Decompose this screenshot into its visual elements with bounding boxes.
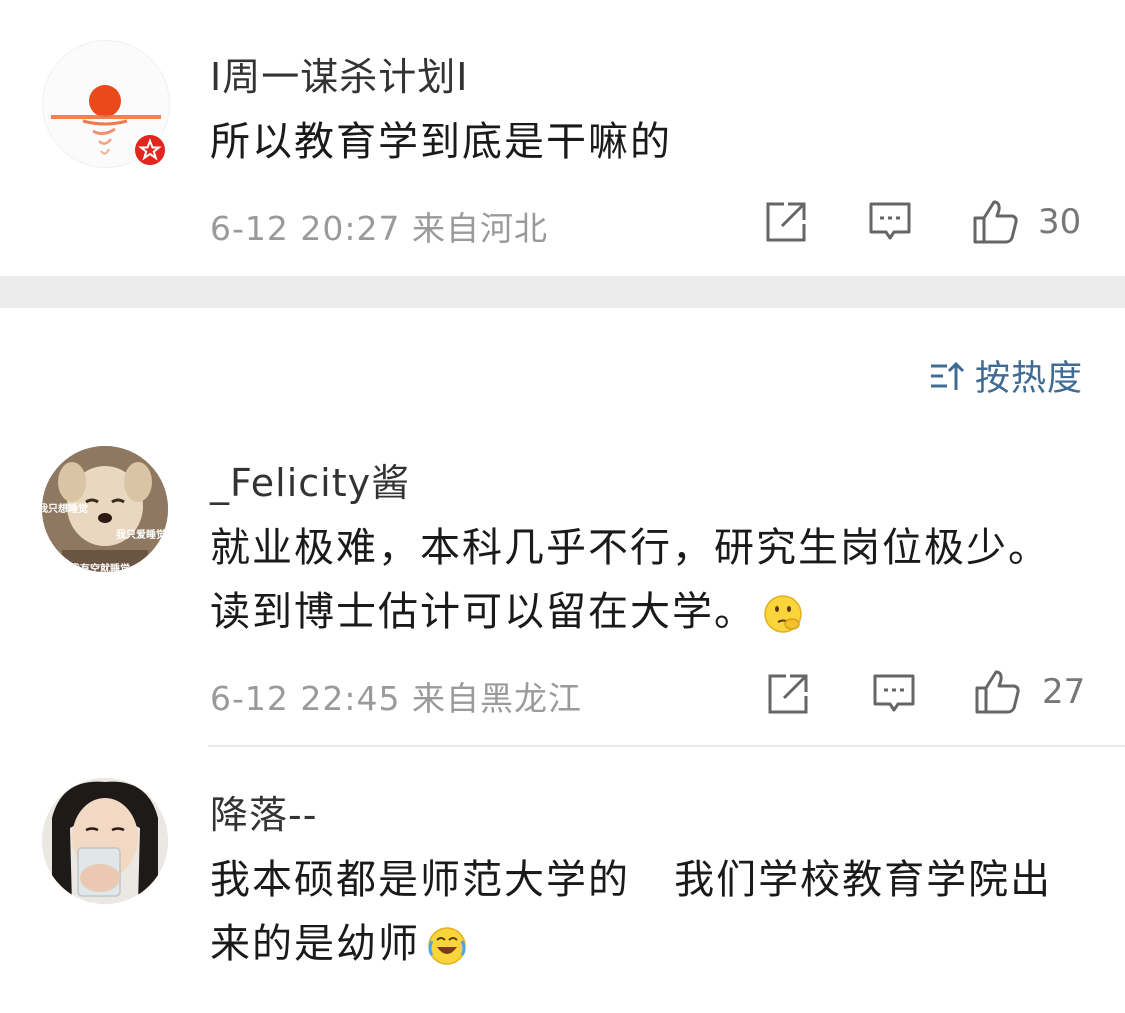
comment-icon[interactable]: [868, 200, 912, 244]
username[interactable]: I周一谋杀计划I: [210, 46, 468, 101]
comment-meta: 6-12 22:45 来自黑龙江: [210, 672, 582, 720]
like-count: 27: [1042, 672, 1086, 712]
comment-text-line: 来的是幼师: [210, 921, 420, 967]
comment-divider: [208, 745, 1125, 747]
comment-text: 读到博士估计可以留在大学。: [210, 580, 804, 644]
avatar-caption: 我有空就睡觉: [70, 564, 130, 572]
avatar-caption: 我只爱睡觉: [116, 530, 166, 541]
like-count: 30: [1038, 202, 1082, 242]
sort-label: 按热度: [974, 359, 1083, 399]
comment-location: 来自黑龙江: [412, 679, 582, 718]
avatar[interactable]: 我只想睡觉 我只爱睡觉 我有空就睡觉: [42, 446, 168, 572]
sort-icon: [930, 361, 965, 390]
laugh-cry-emoji-icon: [428, 927, 466, 965]
comment-text: 就业极难，本科几乎不行，研究生岗位极少。: [210, 525, 1050, 571]
username[interactable]: _Felicity酱: [210, 452, 410, 507]
person-avatar-image: [42, 778, 168, 904]
like-icon[interactable]: [974, 668, 1022, 716]
share-icon[interactable]: [764, 200, 808, 244]
avatar-caption: 我只想睡觉: [42, 504, 88, 515]
comment-text: 我本硕都是师范大学的 我们学校教育学院出: [210, 857, 1053, 903]
comment-time: 6-12 22:45: [210, 679, 401, 718]
verified-badge-icon: [132, 132, 168, 168]
comment-text-line: 读到博士估计可以留在大学。: [210, 589, 756, 635]
username[interactable]: 降落--: [210, 784, 317, 839]
comment-text: 来的是幼师: [210, 912, 468, 976]
thinking-emoji-icon: [764, 595, 802, 633]
section-separator: [0, 276, 1125, 308]
share-icon[interactable]: [766, 672, 810, 716]
comment-meta: 6-12 20:27 来自河北: [210, 202, 548, 250]
avatar[interactable]: [42, 778, 168, 904]
sort-by-hot-button[interactable]: 按热度: [929, 350, 1083, 401]
comment-text: 所以教育学到底是干嘛的: [210, 119, 672, 165]
comment-icon[interactable]: [872, 672, 916, 716]
like-icon[interactable]: [972, 198, 1020, 246]
comment-time: 6-12 20:27: [210, 209, 401, 248]
comment-location: 来自河北: [412, 209, 548, 248]
